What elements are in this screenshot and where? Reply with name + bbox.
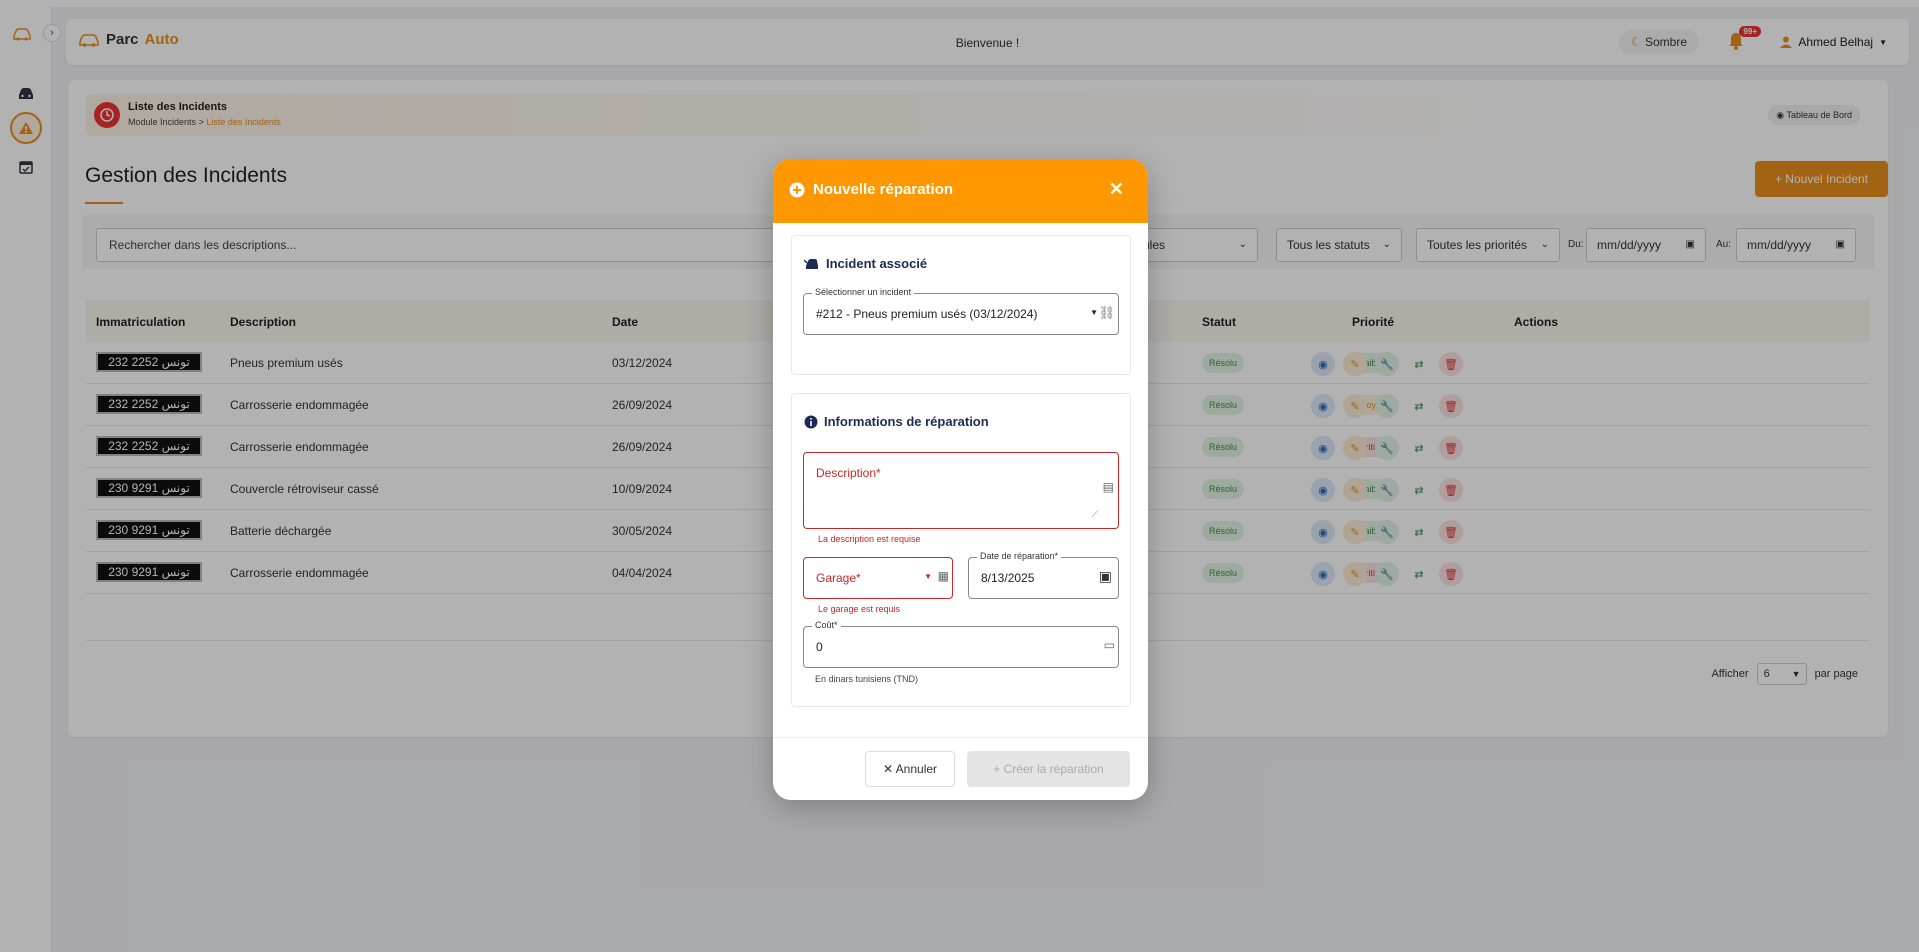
repair-date-label: Date de réparation* [977, 551, 1062, 561]
repair-section-label: Informations de réparation [824, 414, 989, 429]
caret-down-icon: ▼ [924, 572, 932, 581]
incident-section-label: Incident associé [826, 256, 928, 271]
description-label: Description* [816, 466, 881, 480]
modal-title-text: Nouvelle réparation [813, 181, 954, 198]
incident-select-value: #212 - Pneus premium usés (03/12/2024) [816, 307, 1038, 321]
repair-section-title: Informations de réparation [804, 414, 989, 429]
plus-circle-icon [789, 182, 805, 197]
garage-error: Le garage est requis [818, 604, 901, 614]
create-repair-label: Créer la réparation [1003, 762, 1104, 776]
create-repair-button[interactable]: + Créer la réparation [967, 751, 1130, 787]
cancel-label: Annuler [895, 762, 938, 776]
calendar-icon[interactable]: ▣ [1099, 568, 1112, 585]
garage-select[interactable]: Garage* ▼ ▦ [803, 557, 953, 599]
garage-label: Garage* [816, 571, 861, 585]
cancel-button[interactable]: ✕ Annuler [865, 751, 955, 787]
resize-handle-icon[interactable]: ⟋ [1092, 509, 1098, 520]
repair-date-input[interactable]: Date de réparation* 8/13/2025 ▣ [968, 551, 1119, 599]
plus-icon: + [993, 762, 1004, 776]
caret-down-icon: ▼ [1090, 308, 1098, 317]
incident-section-title: Incident associé [804, 256, 927, 271]
description-error: La description est requise [818, 534, 921, 544]
info-icon [804, 415, 818, 428]
document-icon: ▤ [1102, 480, 1114, 494]
modal-header: Nouvelle réparation ✕ [773, 159, 1148, 223]
cost-input[interactable]: Coût* 0 ▭ [803, 620, 1119, 668]
incident-select-label: Sélectionner un incident [812, 287, 915, 297]
cost-label: Coût* [812, 620, 841, 630]
cost-value: 0 [816, 640, 823, 654]
modal-footer: ✕ Annuler + Créer la réparation [773, 737, 1148, 800]
incident-select[interactable]: Sélectionner un incident #212 - Pneus pr… [803, 287, 1119, 335]
repair-date-value: 8/13/2025 [981, 571, 1035, 585]
store-icon: ▦ [937, 569, 949, 583]
cost-help-text: En dinars tunisiens (TND) [815, 674, 919, 684]
repair-info-section: Informations de réparation Description* … [791, 393, 1131, 707]
close-icon: ✕ [882, 762, 896, 776]
link-icon: ⛓ [1098, 305, 1115, 320]
close-icon[interactable]: ✕ [1109, 179, 1124, 200]
modal-title: Nouvelle réparation [789, 181, 953, 198]
incident-section: Incident associé Sélectionner un inciden… [791, 235, 1131, 375]
money-icon: ▭ [1103, 638, 1115, 652]
car-crash-icon [804, 258, 818, 269]
new-repair-modal: Nouvelle réparation ✕ Incident associé S… [773, 159, 1148, 800]
description-textarea[interactable]: Description* ▤ ⟋ [803, 452, 1119, 529]
